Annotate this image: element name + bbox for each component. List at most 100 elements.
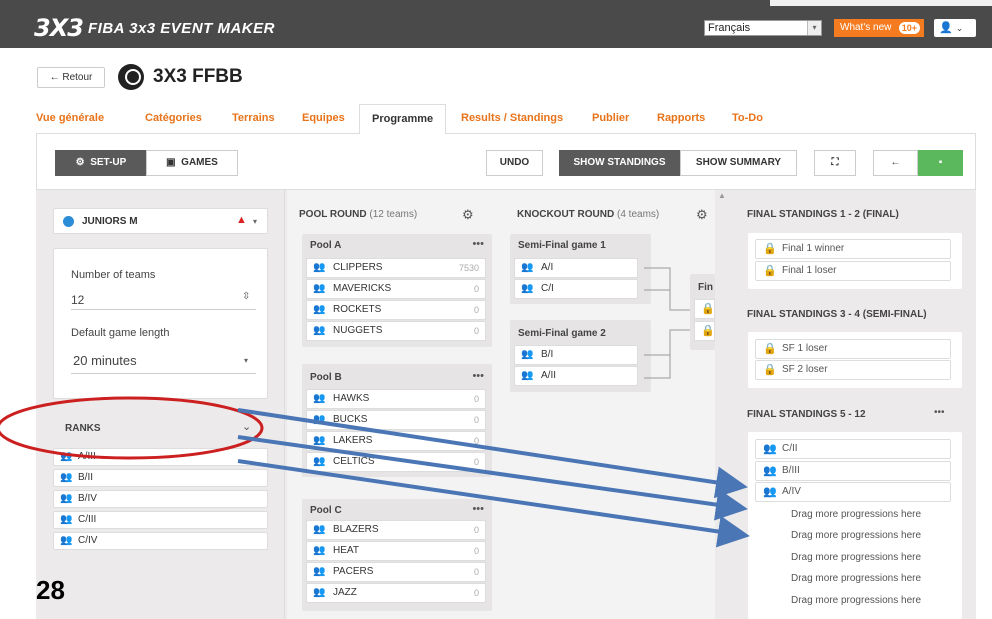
game-length-select[interactable]: 20 minutes — [73, 353, 137, 368]
rank-item[interactable]: 👥 C/III — [53, 511, 268, 529]
basketball-logo-icon — [118, 64, 144, 90]
rank-label: C/III — [78, 514, 97, 525]
standing-slot[interactable]: 🔒 Final 1 winner — [755, 239, 951, 259]
whats-new-button[interactable]: What's new 10+ — [834, 19, 924, 37]
language-select[interactable]: Français ▾ — [704, 20, 822, 36]
standing-slot[interactable]: 🔒 Final 1 loser — [755, 261, 951, 281]
team-row[interactable]: 👥 MAVERICKS 0 — [306, 279, 486, 299]
standing-slot[interactable]: 🔒 SF 1 loser — [755, 339, 951, 359]
pool-card: Pool B ••• 👥 HAWKS 0 👥 BUCKS 0 👥 LAKERS 0 👥 CEL… — [302, 364, 492, 477]
games-label: GAMES — [181, 157, 218, 168]
drag-drop-zone[interactable]: Drag more progressions here — [756, 595, 956, 606]
tab-results-standings[interactable]: Results / Standings — [461, 112, 563, 124]
team-name: LAKERS — [333, 435, 373, 446]
tab-programme[interactable]: Programme — [359, 104, 447, 135]
tab-equipes[interactable]: Equipes — [302, 112, 345, 124]
drag-drop-zone[interactable]: Drag more progressions here — [756, 509, 956, 520]
undo-button[interactable]: UNDO — [486, 150, 543, 176]
team-value: 0 — [473, 284, 479, 294]
team-row[interactable]: 👥 JAZZ 0 — [306, 583, 486, 603]
standing-slot[interactable]: 🔒 SF 2 loser — [755, 360, 951, 380]
pool-name: Pool B — [310, 372, 342, 383]
team-row[interactable]: 👥 NUGGETS 0 — [306, 321, 486, 341]
slot-label: C/I — [541, 283, 554, 294]
games-button[interactable]: ▣ GAMES — [146, 150, 238, 176]
drag-drop-zone[interactable]: Drag more progressions here — [756, 552, 956, 563]
group-icon: 👥 — [763, 443, 777, 455]
rank-item[interactable]: 👥 C/IV — [53, 532, 268, 550]
lock-icon[interactable]: 🔒 — [694, 299, 715, 319]
team-row[interactable]: 👥 CLIPPERS 7530 — [306, 258, 486, 278]
rank-item[interactable]: 👥 B/II — [53, 469, 268, 487]
gear-icon[interactable]: ⚙ — [462, 207, 474, 223]
warning-icon: ▲ — [236, 214, 247, 226]
lock-icon[interactable]: 🔒 — [694, 321, 715, 341]
settings-card: Number of teams 12 ⇳ Default game length… — [53, 248, 268, 399]
more-icon[interactable]: ••• — [472, 370, 484, 382]
standing-slot[interactable]: 👥 B/III — [755, 461, 951, 481]
group-icon: 👥 — [313, 283, 326, 294]
category-select[interactable]: JUNIORS M ▲ ▾ — [53, 208, 268, 234]
number-of-teams-label: Number of teams — [71, 269, 156, 281]
standing-slot[interactable]: 👥 C/II — [755, 439, 951, 459]
team-name: ROCKETS — [333, 304, 382, 315]
chevron-down-icon[interactable]: ⌄ — [242, 420, 251, 433]
select-underline — [71, 373, 256, 374]
team-row[interactable]: 👥 BUCKS 0 — [306, 410, 486, 430]
game-slot[interactable]: 👥 A/I — [514, 258, 638, 278]
save-icon[interactable]: ▪ — [918, 150, 963, 176]
pool-card: Pool A ••• 👥 CLIPPERS 7530 👥 MAVERICKS 0 👥 RO… — [302, 234, 492, 347]
app-header: 3X3 FIBA 3x3 EVENT MAKER Français ▾ What'… — [0, 0, 992, 48]
team-value: 0 — [473, 457, 479, 467]
user-menu-button[interactable]: 👤 ⌄ — [934, 19, 976, 37]
more-icon[interactable]: ••• — [934, 407, 945, 418]
tab-rapports[interactable]: Rapports — [657, 112, 705, 124]
group-icon: 👥 — [313, 524, 326, 535]
fullscreen-icon[interactable]: ⛶ — [814, 150, 856, 176]
tab-vue-generale[interactable]: Vue générale — [36, 112, 104, 124]
gear-icon[interactable]: ⚙ — [696, 207, 708, 223]
back-button[interactable]: ← Retour — [37, 67, 105, 88]
team-row[interactable]: 👥 HAWKS 0 — [306, 389, 486, 409]
language-value: Français — [708, 22, 751, 34]
rank-item[interactable]: 👥 A/III — [53, 448, 268, 466]
chevron-down-icon: ▾ — [244, 356, 249, 365]
team-row[interactable]: 👥 HEAT 0 — [306, 541, 486, 561]
show-summary-button[interactable]: SHOW SUMMARY — [680, 150, 797, 176]
game-slot[interactable]: 👥 B/I — [514, 345, 638, 365]
more-icon[interactable]: ••• — [472, 503, 484, 515]
setup-button[interactable]: ⚙ SET-UP — [55, 150, 147, 176]
group-icon: 👥 — [763, 465, 777, 477]
team-row[interactable]: 👥 BLAZERS 0 — [306, 520, 486, 540]
stepper-icon[interactable]: ⇳ — [242, 291, 250, 302]
pool-round-count: (12 teams) — [369, 209, 418, 220]
group-icon: 👥 — [763, 486, 777, 498]
standing-slot[interactable]: 👥 A/IV — [755, 482, 951, 502]
tab-publier[interactable]: Publier — [592, 112, 629, 124]
game-slot[interactable]: 👥 A/II — [514, 366, 638, 386]
tab-categories[interactable]: Catégories — [145, 112, 202, 124]
main-tabs: Vue générale Catégories Terrains Equipes… — [36, 104, 976, 135]
more-icon[interactable]: ••• — [472, 238, 484, 250]
chevron-down-icon: ▾ — [807, 21, 821, 35]
drag-drop-zone[interactable]: Drag more progressions here — [756, 530, 956, 541]
tab-to-do[interactable]: To-Do — [732, 112, 763, 124]
group-icon: 👥 — [313, 456, 326, 467]
tab-terrains[interactable]: Terrains — [232, 112, 275, 124]
game-slot[interactable]: 👥 C/I — [514, 279, 638, 299]
pool-round-title: POOL ROUND (12 teams) — [299, 209, 417, 220]
team-row[interactable]: 👥 CELTICS 0 — [306, 452, 486, 472]
arrow-left-icon[interactable]: ← — [873, 150, 918, 176]
group-icon: 👥 — [313, 435, 326, 446]
team-row[interactable]: 👥 ROCKETS 0 — [306, 300, 486, 320]
show-standings-button[interactable]: SHOW STANDINGS — [559, 150, 680, 176]
number-of-teams-input[interactable]: 12 — [71, 293, 84, 307]
group-icon: 👥 — [313, 325, 326, 336]
drag-drop-zone[interactable]: Drag more progressions here — [756, 573, 956, 584]
team-value: 7530 — [458, 263, 479, 273]
scroll-up-icon[interactable]: ▲ — [718, 191, 726, 200]
team-row[interactable]: 👥 LAKERS 0 — [306, 431, 486, 451]
team-row[interactable]: 👥 PACERS 0 — [306, 562, 486, 582]
group-icon: 👥 — [313, 304, 326, 315]
rank-item[interactable]: 👥 B/IV — [53, 490, 268, 508]
